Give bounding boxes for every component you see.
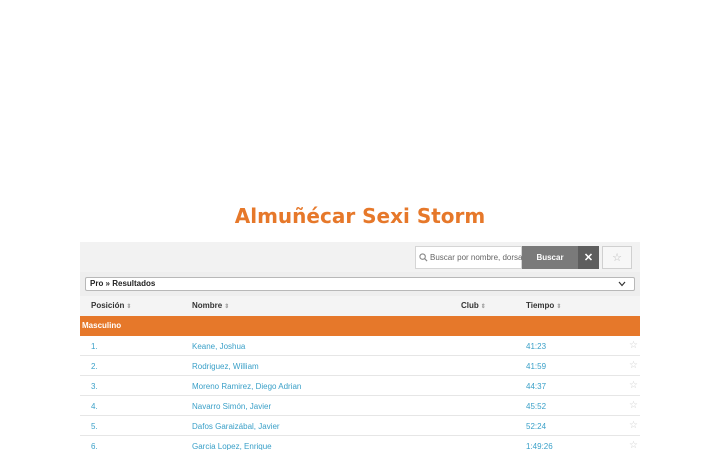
cell-name[interactable]: Keane, Joshua	[192, 342, 245, 351]
table-row[interactable]: 5. Dafos Garaizábal, Javier 52:24 ☆	[80, 416, 640, 436]
event-title: Almuñécar Sexi Storm	[234, 204, 486, 228]
results-panel: Buscar ✕ ☆ Pro » Resultados Posición⇕ No…	[80, 242, 640, 450]
column-header-club[interactable]: Club ⇕	[461, 301, 486, 310]
selector-bar: Pro » Resultados	[80, 272, 640, 296]
star-outline-icon[interactable]: ☆	[629, 340, 638, 351]
table-row[interactable]: 4. Navarro Simón, Javier 45:52 ☆	[80, 396, 640, 416]
hero-banner	[0, 0, 720, 190]
star-outline-icon[interactable]: ☆	[629, 400, 638, 411]
chevron-down-icon	[618, 281, 626, 287]
cell-time: 41:23	[526, 342, 547, 351]
cell-name[interactable]: Garcia Lopez, Enrique	[192, 442, 272, 450]
table-header: Posición ⇕ Nombre ⇕ Club ⇕ Tiempo ⇕	[80, 296, 640, 316]
search-icon	[419, 253, 428, 262]
cell-name[interactable]: Dafos Garaizábal, Javier	[192, 422, 280, 431]
cell-time: 1:49:26	[526, 442, 553, 450]
sort-icon: ⇕	[556, 304, 562, 310]
search-button[interactable]: Buscar	[522, 246, 578, 269]
sort-icon: ⇕	[126, 304, 132, 310]
cell-name[interactable]: Rodriguez, William	[192, 362, 259, 371]
search-input[interactable]	[430, 253, 522, 262]
close-icon: ✕	[583, 252, 594, 264]
cell-position: 4.	[91, 402, 98, 411]
column-header-position[interactable]: Posición ⇕	[91, 301, 131, 310]
cell-time: 45:52	[526, 402, 547, 411]
favorites-button[interactable]: ☆	[602, 246, 632, 269]
results-selector[interactable]: Pro » Resultados	[85, 277, 635, 291]
cell-position: 1.	[91, 342, 98, 351]
column-header-name[interactable]: Nombre ⇕	[192, 301, 229, 310]
star-outline-icon[interactable]: ☆	[629, 380, 638, 391]
table-row[interactable]: 3. Moreno Ramirez, Diego Adrian 44:37 ☆	[80, 376, 640, 396]
cell-time: 44:37	[526, 382, 547, 391]
group-header: Masculino	[80, 316, 640, 336]
clear-button[interactable]: ✕	[578, 246, 599, 269]
cell-name[interactable]: Moreno Ramirez, Diego Adrian	[192, 382, 301, 391]
toolbar: Buscar ✕ ☆	[80, 242, 640, 272]
table-row[interactable]: 2. Rodriguez, William 41:59 ☆	[80, 356, 640, 376]
sort-icon: ⇕	[224, 304, 230, 310]
sort-icon: ⇕	[480, 304, 486, 310]
selector-value: Pro » Resultados	[90, 279, 156, 288]
cell-position: 6.	[91, 442, 98, 450]
table-row[interactable]: 6. Garcia Lopez, Enrique 1:49:26 ☆	[80, 436, 640, 450]
star-outline-icon[interactable]: ☆	[629, 420, 638, 431]
cell-time: 41:59	[526, 362, 547, 371]
cell-position: 3.	[91, 382, 98, 391]
star-outline-icon: ☆	[612, 252, 622, 264]
cell-position: 2.	[91, 362, 98, 371]
search-box[interactable]	[415, 246, 522, 269]
cell-name[interactable]: Navarro Simón, Javier	[192, 402, 271, 411]
star-outline-icon[interactable]: ☆	[629, 360, 638, 371]
column-header-time[interactable]: Tiempo ⇕	[526, 301, 561, 310]
table-row[interactable]: 1. Keane, Joshua 41:23 ☆	[80, 336, 640, 356]
cell-position: 5.	[91, 422, 98, 431]
cell-time: 52:24	[526, 422, 547, 431]
star-outline-icon[interactable]: ☆	[629, 440, 638, 450]
